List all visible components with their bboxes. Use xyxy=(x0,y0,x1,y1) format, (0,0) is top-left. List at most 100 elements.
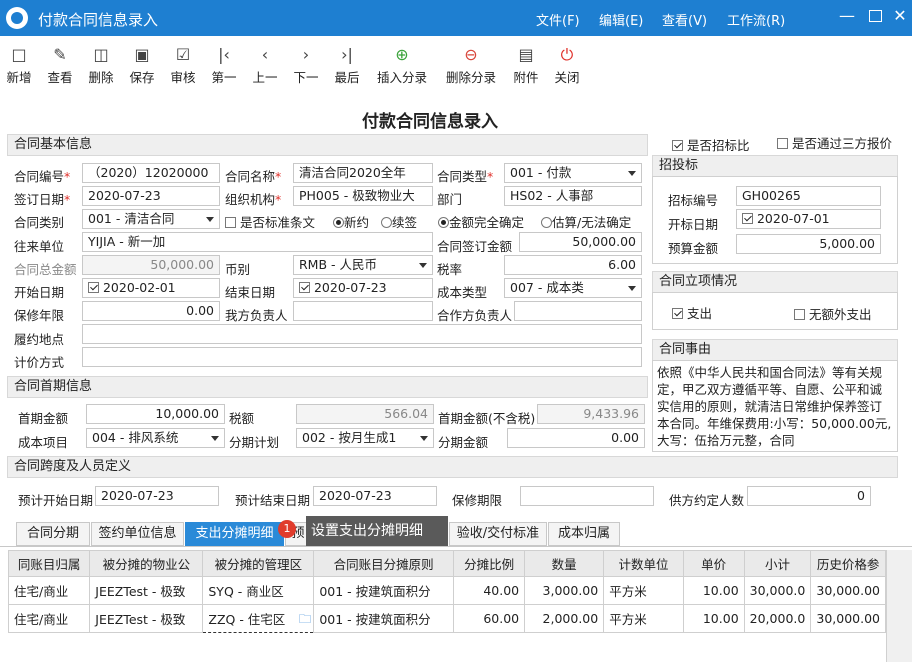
no-extra-checkbox[interactable]: 无额外支出 xyxy=(794,304,872,323)
table-cell[interactable]: 40.00 xyxy=(453,576,526,605)
contract-no-field[interactable]: （2020）12020000 xyxy=(82,163,220,183)
renew-contract-radio[interactable]: 续签 xyxy=(381,212,417,231)
plan-start-field[interactable]: 2020-07-23 xyxy=(95,486,219,506)
new-button[interactable]: □ 新增 xyxy=(0,36,41,92)
cost-type-select[interactable]: 007 - 成本类 xyxy=(504,278,642,298)
sign-amount-field[interactable]: 50,000.00 xyxy=(519,232,642,252)
category-select[interactable]: 001 - 清洁合同 xyxy=(82,209,220,229)
expense-checkbox[interactable]: 支出 xyxy=(672,303,712,322)
table-cell[interactable]: 60.00 xyxy=(453,604,526,633)
first-amount-field[interactable]: 10,000.00 xyxy=(86,404,225,424)
warranty-period-field[interactable] xyxy=(520,486,654,506)
table-row[interactable]: 住宅/商业 JEEZTest - 极致 SYQ - 商业区 001 - 按建筑面… xyxy=(7,576,886,605)
col-header[interactable]: 被分摊的物业公 xyxy=(89,550,204,577)
rate-field[interactable]: 6.00 xyxy=(504,255,642,275)
new-contract-radio[interactable]: 新约 xyxy=(333,212,369,231)
table-cell[interactable]: 2,000.00 xyxy=(524,604,605,633)
first-button[interactable]: |‹ 第一 xyxy=(202,36,246,92)
last-button[interactable]: ›| 最后 xyxy=(325,36,369,92)
col-header[interactable]: 分摊比例 xyxy=(453,550,526,577)
our-person-field[interactable] xyxy=(293,301,433,321)
open-date-field[interactable]: 2020-07-01 xyxy=(736,209,881,229)
col-header[interactable]: 同账目归属 xyxy=(7,550,91,577)
table-cell[interactable]: SYQ - 商业区 xyxy=(202,576,315,605)
table-cell[interactable]: JEEZTest - 极致 xyxy=(89,604,204,633)
vertical-scrollbar[interactable] xyxy=(886,550,912,662)
col-header[interactable]: 计数单位 xyxy=(603,550,684,577)
org-label: 组织机构* xyxy=(225,192,282,207)
amount-fixed-radio[interactable]: 金额完全确定 xyxy=(438,212,524,231)
col-header[interactable]: 历史价格参 xyxy=(810,550,886,577)
close-window-icon[interactable]: ✕ xyxy=(889,6,911,28)
table-cell[interactable]: 001 - 按建筑面积分 xyxy=(313,576,455,605)
tab-installments[interactable]: 合同分期 xyxy=(16,522,90,546)
col-header[interactable]: 合同账目分摊原则 xyxy=(313,550,455,577)
end-date-field[interactable]: 2020-07-23 xyxy=(293,278,433,298)
menu-workflow[interactable]: 工作流(R) xyxy=(727,10,785,29)
is-bid-checkbox[interactable]: 是否招标比 xyxy=(672,135,750,154)
budget-field[interactable]: 5,000.00 xyxy=(736,234,881,254)
table-cell[interactable]: ZZQ - 住宅区 🗀 xyxy=(202,604,315,633)
table-cell[interactable]: 平方米 xyxy=(603,576,684,605)
table-cell[interactable]: 平方米 xyxy=(603,604,684,633)
amount-estimate-radio[interactable]: 估算/无法确定 xyxy=(541,212,631,231)
save-button[interactable]: ▣ 保存 xyxy=(120,36,164,92)
table-cell[interactable]: 20,000.0 xyxy=(743,604,812,633)
table-cell[interactable]: 30,000.00 xyxy=(810,576,886,605)
currency-select[interactable]: RMB - 人民币 xyxy=(293,255,433,275)
tab-expense-allocation[interactable]: 支出分摊明细 xyxy=(185,522,284,546)
menu-view[interactable]: 查看(V) xyxy=(662,10,707,29)
table-cell[interactable]: 001 - 按建筑面积分 xyxy=(313,604,455,633)
table-cell[interactable]: 10.00 xyxy=(682,604,745,633)
table-cell[interactable]: 住宅/商业 xyxy=(7,576,91,605)
menu-edit[interactable]: 编辑(E) xyxy=(599,10,643,29)
delete-button[interactable]: ◫ 删除 xyxy=(79,36,123,92)
delete-row-button[interactable]: ⊖ 删除分录 xyxy=(439,36,503,92)
bid-no-field[interactable]: GH00265 xyxy=(736,186,881,206)
std-clause-checkbox[interactable]: 是否标准条文 xyxy=(225,212,315,231)
table-cell[interactable]: 10.00 xyxy=(682,576,745,605)
prev-button[interactable]: ‹ 上一 xyxy=(243,36,287,92)
installment-field[interactable]: 0.00 xyxy=(507,428,645,448)
table-cell[interactable]: JEEZTest - 极致 xyxy=(89,576,204,605)
col-header[interactable]: 单价 xyxy=(682,550,745,577)
table-cell[interactable]: 住宅/商业 xyxy=(7,604,91,633)
audit-button[interactable]: ☑ 审核 xyxy=(161,36,205,92)
cost-item-select[interactable]: 004 - 排风系统 xyxy=(86,428,225,448)
start-date-field[interactable]: 2020-02-01 xyxy=(82,278,220,298)
matter-textarea[interactable]: 依照《中华人民共和国合同法》等有关规定，甲乙双方遵循平等、自愿、公平和诚实信用的… xyxy=(652,360,898,452)
table-row[interactable]: 住宅/商业 JEEZTest - 极致 ZZQ - 住宅区 🗀 001 - 按建筑… xyxy=(7,604,886,633)
close-button[interactable]: ⏻ 关闭 xyxy=(545,36,589,92)
tab-acceptance[interactable]: 验收/交付标准 xyxy=(449,522,547,546)
menu-file[interactable]: 文件(F) xyxy=(536,10,580,29)
table-cell[interactable]: 30,000.00 xyxy=(810,604,886,633)
col-header[interactable]: 小计 xyxy=(743,550,812,577)
sign-date-field[interactable]: 2020-07-23 xyxy=(82,186,220,206)
table-cell[interactable]: 3,000.00 xyxy=(524,576,605,605)
contract-name-field[interactable]: 清洁合同2020全年 xyxy=(293,163,433,183)
org-field[interactable]: PH005 - 极致物业大 xyxy=(293,186,433,206)
pricing-field[interactable] xyxy=(82,347,642,367)
supplier-count-field[interactable]: 0 xyxy=(747,486,871,506)
tab-cost-attribution[interactable]: 成本归属 xyxy=(548,522,620,546)
tab-signing-units[interactable]: 签约单位信息 xyxy=(91,522,184,546)
folder-icon[interactable]: 🗀 xyxy=(299,610,312,631)
insert-row-button[interactable]: ⊕ 插入分录 xyxy=(370,36,434,92)
minimize-icon[interactable]: — xyxy=(836,6,858,28)
plan-end-field[interactable]: 2020-07-23 xyxy=(313,486,437,506)
maximize-icon[interactable] xyxy=(864,6,886,28)
col-header[interactable]: 被分摊的管理区 xyxy=(202,550,315,577)
attachment-button[interactable]: ▤ 附件 xyxy=(504,36,548,92)
warranty-field[interactable]: 0.00 xyxy=(82,301,220,321)
plan-select[interactable]: 002 - 按月生成1 xyxy=(296,428,434,448)
table-cell[interactable]: 30,000.0 xyxy=(743,576,812,605)
partner-person-field[interactable] xyxy=(514,301,642,321)
partner-field[interactable]: YIJIA - 新一加 xyxy=(82,232,433,252)
next-button[interactable]: › 下一 xyxy=(284,36,328,92)
view-button[interactable]: ✎ 查看 xyxy=(38,36,82,92)
dept-field[interactable]: HS02 - 人事部 xyxy=(504,186,642,206)
col-header[interactable]: 数量 xyxy=(524,550,605,577)
contract-type-select[interactable]: 001 - 付款 xyxy=(504,163,642,183)
third-party-checkbox[interactable]: 是否通过三方报价 xyxy=(777,133,892,152)
place-field[interactable] xyxy=(82,324,642,344)
